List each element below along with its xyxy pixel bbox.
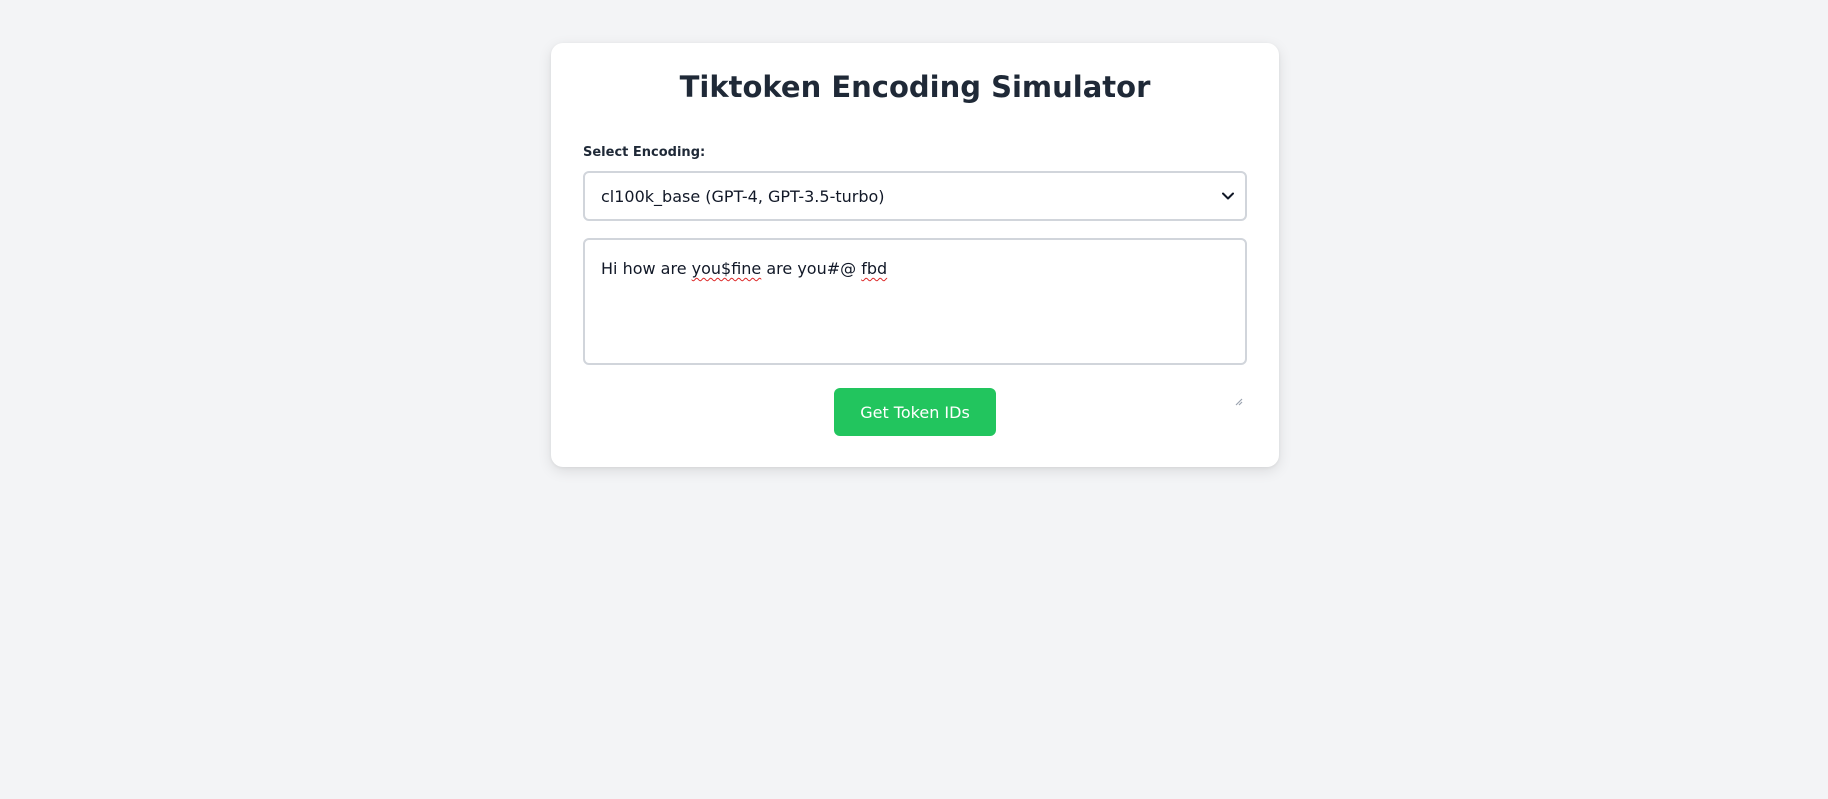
- get-token-ids-button[interactable]: Get Token IDs: [834, 388, 996, 436]
- chevron-down-icon: [1221, 189, 1235, 203]
- misspelled-word: you$fine: [691, 259, 762, 278]
- text-segment: Hi how are: [601, 259, 692, 278]
- text-segment: are you#@: [761, 259, 862, 278]
- encoding-selected-value: cl100k_base (GPT-4, GPT-3.5-turbo): [601, 186, 885, 206]
- resize-grip-icon[interactable]: [1233, 351, 1243, 406]
- text-input[interactable]: Hi how are you$fine are you#@ fbd: [583, 238, 1247, 406]
- misspelled-word: fbd: [861, 259, 888, 278]
- encoding-label: Select Encoding:: [583, 145, 706, 160]
- encoding-select[interactable]: cl100k_base (GPT-4, GPT-3.5-turbo): [583, 171, 1247, 221]
- page-title: Tiktoken Encoding Simulator: [679, 70, 1151, 104]
- encoding-card: Tiktoken Encoding Simulator Select Encod…: [551, 43, 1279, 467]
